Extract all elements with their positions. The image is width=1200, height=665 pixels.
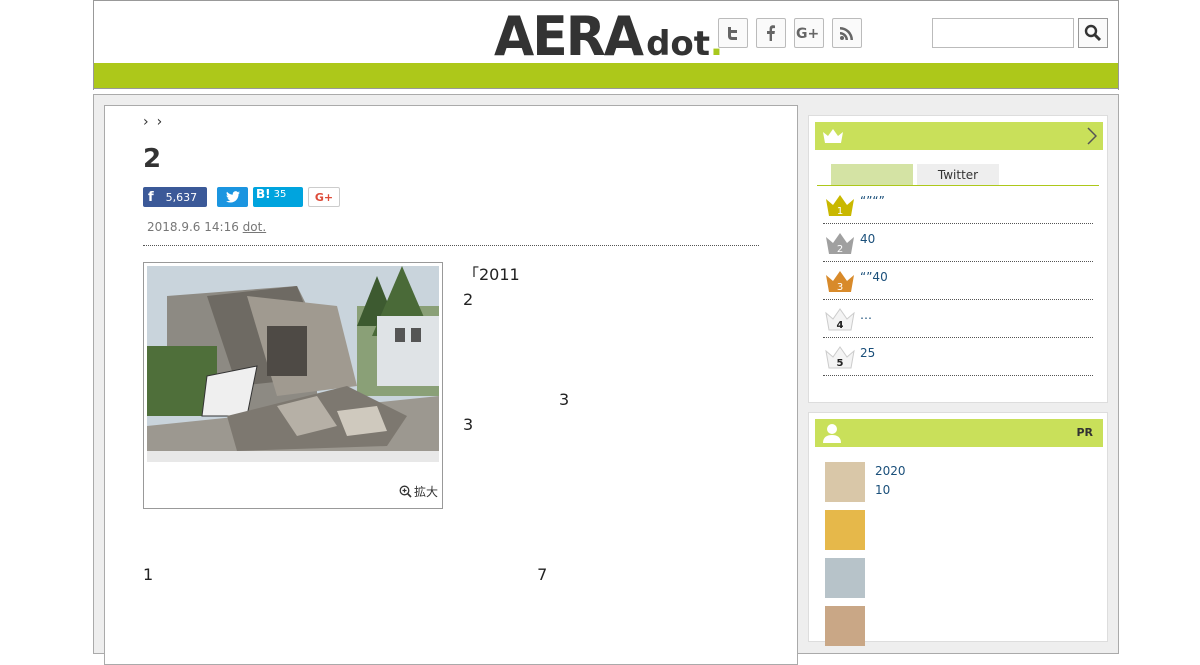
- hatena-bookmark-button[interactable]: B! 35: [253, 187, 303, 207]
- google-plus-icon[interactable]: G+: [794, 18, 824, 48]
- facebook-icon: f: [148, 189, 154, 205]
- article-paragraph: 1 7: [143, 565, 548, 584]
- gplus-label: G+: [314, 190, 334, 204]
- svg-text:4: 4: [837, 320, 844, 331]
- ranking-item[interactable]: 5 25: [823, 338, 1093, 376]
- zoom-control[interactable]: 拡大: [399, 483, 438, 500]
- ranking-item[interactable]: 2 40: [823, 224, 1093, 262]
- rank-2-crown-icon: 2: [826, 233, 854, 255]
- logo-dot: dot.: [646, 24, 723, 64]
- page-title: 2: [143, 144, 162, 174]
- logo-aera: AERA: [494, 5, 644, 69]
- breadcrumb-sep[interactable]: ›: [143, 114, 149, 130]
- pr-header: PR: [815, 419, 1103, 447]
- source-link[interactable]: dot.: [243, 220, 266, 234]
- ranking-title[interactable]: …: [860, 308, 872, 322]
- facebook-count: 5,637: [165, 190, 198, 204]
- svg-text:2: 2: [837, 244, 843, 255]
- article: › › 2 f 5,637 B! 35 G+ 2018.9.6 14:16 dot…: [104, 105, 798, 665]
- pr-thumbnail[interactable]: [825, 606, 865, 646]
- facebook-icon[interactable]: [756, 18, 786, 48]
- ranking-widget: Twitter 1 “”“” 2 40 3 “”40 4 … 5 25: [808, 115, 1108, 403]
- svg-text:1: 1: [837, 206, 843, 217]
- rank-5-crown-icon: 5: [825, 346, 855, 369]
- facebook-share-button[interactable]: f 5,637: [143, 187, 207, 207]
- twitter-bird-icon: [225, 191, 240, 203]
- breadcrumb: › ›: [143, 114, 170, 130]
- ranking-item[interactable]: 4 …: [823, 300, 1093, 338]
- svg-text:3: 3: [837, 282, 843, 293]
- pr-thumbnail[interactable]: [825, 462, 865, 502]
- tab-ranking-access[interactable]: [831, 164, 913, 185]
- earthquake-photo: [147, 266, 439, 462]
- pr-line: 2020: [875, 464, 906, 478]
- nav-bar: [93, 63, 1119, 89]
- article-paragraph: 「2011 2: [463, 265, 759, 309]
- ranking-item[interactable]: 1 “”“”: [823, 186, 1093, 224]
- chevron-right-icon[interactable]: [1087, 127, 1097, 145]
- rank-3-crown-icon: 3: [826, 271, 854, 293]
- rank-4-crown-icon: 4: [825, 308, 855, 331]
- rank-1-crown-icon: 1: [826, 195, 854, 217]
- ranking-header[interactable]: [815, 122, 1103, 150]
- pr-line: 10: [875, 483, 891, 497]
- ranking-item[interactable]: 3 “”40: [823, 262, 1093, 300]
- tweet-button[interactable]: [217, 187, 248, 207]
- person-icon: [823, 424, 841, 443]
- rss-icon[interactable]: [832, 18, 862, 48]
- hatena-label: B!: [256, 187, 271, 201]
- search-input[interactable]: [932, 18, 1074, 48]
- date-text: 2018.9.6 14:16: [147, 220, 239, 234]
- article-photo[interactable]: 拡大: [143, 262, 443, 509]
- ranking-title[interactable]: 40: [860, 232, 875, 246]
- divider: [143, 245, 759, 246]
- hatena-count: 35: [273, 188, 287, 200]
- ranking-title[interactable]: 25: [860, 346, 875, 360]
- zoom-in-icon: [399, 485, 412, 498]
- zoom-label: 拡大: [413, 485, 438, 499]
- svg-text:5: 5: [837, 358, 844, 369]
- pr-thumbnail[interactable]: [825, 558, 865, 598]
- pr-thumbnail[interactable]: [825, 510, 865, 550]
- ranking-title[interactable]: “”40: [860, 270, 888, 284]
- site-logo[interactable]: AERA dot.: [494, 5, 723, 69]
- article-paragraph: 3 3: [463, 390, 759, 434]
- ranking-title[interactable]: “”“”: [860, 194, 885, 208]
- pr-label: PR: [1076, 426, 1093, 439]
- search-button[interactable]: [1078, 18, 1108, 48]
- twitter-icon[interactable]: [718, 18, 748, 48]
- crown-icon: [823, 129, 843, 143]
- search-icon: [1084, 24, 1102, 42]
- svg-text:G+: G+: [796, 26, 819, 41]
- publish-date: 2018.9.6 14:16 dot.: [147, 220, 266, 234]
- pr-item-text[interactable]: 2020 10: [875, 462, 906, 500]
- gplus-share-button[interactable]: G+: [308, 187, 340, 207]
- breadcrumb-sep[interactable]: ›: [157, 114, 163, 130]
- pr-widget: PR 2020 10: [808, 412, 1108, 646]
- tab-ranking-twitter[interactable]: Twitter: [917, 164, 999, 185]
